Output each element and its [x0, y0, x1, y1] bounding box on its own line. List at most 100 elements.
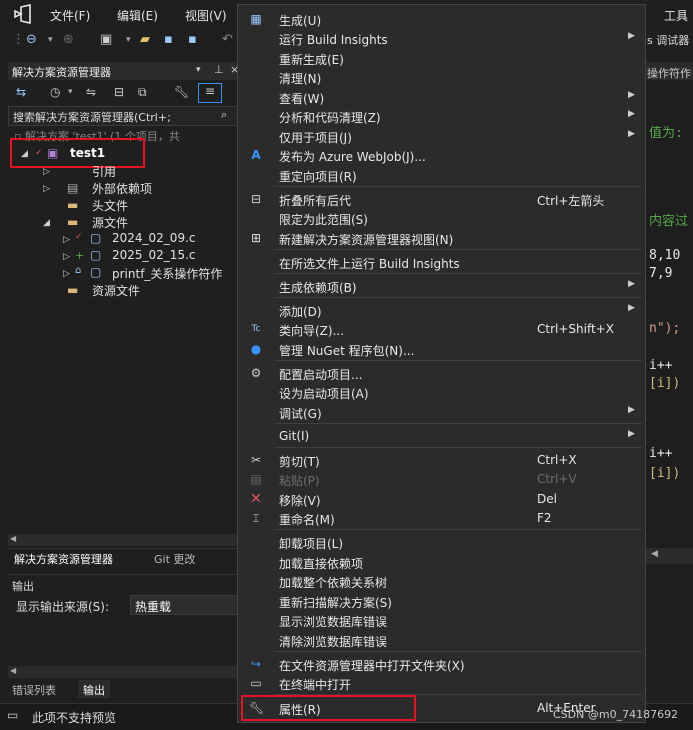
- menu-item-view[interactable]: 查看(W) ▶: [238, 88, 645, 107]
- scroll-left-icon[interactable]: ◀: [651, 549, 658, 559]
- menu-item-shortcut: Ctrl+Shift+X: [537, 322, 614, 336]
- expand-arrow-icon[interactable]: ◢: [21, 149, 28, 159]
- new-project-icon[interactable]: ▣: [100, 32, 112, 47]
- menu-item-rename[interactable]: ⌶ 重命名(M) F2: [238, 509, 645, 528]
- menu-item-load-dep-tree[interactable]: 加载整个依赖关系树: [238, 572, 645, 591]
- sync-icon[interactable]: ⇆: [16, 85, 26, 99]
- tab-solution-explorer[interactable]: 解决方案资源管理器: [14, 551, 113, 567]
- menu-item-class-wizard[interactable]: Tc 类向导(Z)... Ctrl+Shift+X: [238, 320, 645, 339]
- scroll-left-icon[interactable]: ◀: [10, 534, 16, 543]
- editor-doc-tab-label[interactable]: 操作符作: [647, 65, 691, 81]
- menu-item-show-browse-errors[interactable]: 显示浏览数据库错误: [238, 611, 645, 630]
- menu-item-set-startup[interactable]: 设为启动项目(A): [238, 383, 645, 402]
- menu-item-rebuild[interactable]: 重新生成(E): [238, 49, 645, 68]
- tree-item-file[interactable]: 2025_02_15.c: [112, 248, 196, 262]
- tree-item-external-deps[interactable]: 外部依赖项: [92, 180, 152, 197]
- menu-item-rescan[interactable]: 重新扫描解决方案(S): [238, 592, 645, 611]
- collapse-arrow-icon[interactable]: ▷: [63, 252, 70, 262]
- code-editor[interactable]: 值为: 内容过 8,10 7,9 n"); i++ [i]) i++ [i]): [645, 80, 693, 580]
- tab-error-list[interactable]: 错误列表: [12, 682, 56, 698]
- back-icon[interactable]: ⊖: [26, 32, 37, 47]
- history-icon[interactable]: ◷: [50, 85, 60, 99]
- save-icon[interactable]: ▪: [164, 32, 173, 47]
- refresh-icon[interactable]: ⇋: [86, 85, 96, 99]
- tree-item-header-files[interactable]: 头文件: [92, 197, 128, 214]
- menu-item-label: 粘贴(P): [279, 474, 320, 488]
- forward-icon[interactable]: ⊕: [63, 32, 74, 47]
- properties-wrench-icon[interactable]: 🔧︎: [174, 85, 189, 99]
- menu-item-label: 查看(W): [279, 92, 325, 106]
- pin-icon[interactable]: ⊥: [214, 63, 224, 76]
- menu-item-clean[interactable]: 清理(N): [238, 68, 645, 87]
- tree-item-references[interactable]: 引用: [92, 163, 116, 180]
- menu-item-git[interactable]: Git(I) ▶: [238, 427, 645, 446]
- new-dropdown-icon[interactable]: ▾: [126, 35, 131, 45]
- scroll-left-icon[interactable]: ◀: [10, 666, 16, 675]
- menu-view[interactable]: 视图(V): [185, 7, 227, 24]
- back-dropdown-icon[interactable]: ▾: [48, 35, 53, 45]
- tab-git-changes[interactable]: Git 更改: [154, 551, 195, 567]
- expand-arrow-icon[interactable]: ◢: [43, 218, 50, 228]
- output-hscrollbar[interactable]: ◀: [8, 666, 238, 678]
- collapse-arrow-icon[interactable]: ▷: [63, 269, 70, 279]
- collapse-arrow-icon[interactable]: ▷: [43, 184, 50, 194]
- menu-item-open-in-explorer[interactable]: ↪ 在文件资源管理器中打开文件夹(X): [238, 655, 645, 674]
- menu-item-collapse-all[interactable]: ⊟ 折叠所有后代 Ctrl+左箭头: [238, 190, 645, 209]
- undo-icon[interactable]: ↶: [222, 32, 233, 47]
- menu-item-run-build-insights[interactable]: 运行 Build Insights ▶: [238, 29, 645, 48]
- menu-item-label: 配置启动项目...: [279, 368, 363, 382]
- menu-item-build-dependencies[interactable]: 生成依赖项(B) ▶: [238, 277, 645, 296]
- menu-item-unload[interactable]: 卸载项目(L): [238, 533, 645, 552]
- menu-item-project-only[interactable]: 仅用于项目(J) ▶: [238, 127, 645, 146]
- menu-item-add[interactable]: 添加(D) ▶: [238, 301, 645, 320]
- menu-item-cut[interactable]: ✂ 剪切(T) Ctrl+X: [238, 451, 645, 470]
- menu-item-publish-azure[interactable]: A 发布为 Azure WebJob(J)...: [238, 146, 645, 165]
- solution-search-placeholder: 搜索解决方案资源管理器(Ctrl+;: [13, 111, 171, 124]
- code-line: i++: [649, 446, 673, 461]
- menu-separator: [274, 447, 642, 448]
- preview-selected-icon[interactable]: ≡: [198, 83, 222, 103]
- open-folder-icon[interactable]: ▰: [140, 32, 150, 47]
- save-all-icon[interactable]: ▪: [188, 32, 197, 47]
- solution-search-input[interactable]: 搜索解决方案资源管理器(Ctrl+; ⌕: [8, 106, 238, 126]
- tree-item-file[interactable]: 2024_02_09.c: [112, 231, 196, 245]
- menu-file[interactable]: 文件(F): [50, 7, 90, 24]
- menu-item-debug[interactable]: 调试(G) ▶: [238, 403, 645, 422]
- output-source-select[interactable]: 热重载: [130, 595, 238, 615]
- tab-output[interactable]: 输出: [78, 680, 110, 698]
- status-text: 此项不支持预览: [32, 711, 117, 725]
- visual-studio-logo-icon[interactable]: [12, 4, 34, 24]
- menu-item-build[interactable]: ▦ 生成(U): [238, 10, 645, 29]
- collapse-arrow-icon[interactable]: ▷: [43, 167, 50, 177]
- explorer-hscrollbar[interactable]: ◀: [8, 534, 238, 546]
- menu-item-load-direct-deps[interactable]: 加载直接依赖项: [238, 553, 645, 572]
- menu-item-manage-nuget[interactable]: ● 管理 NuGet 程序包(N)...: [238, 340, 645, 359]
- menu-item-open-in-terminal[interactable]: ▭ 在终端中打开: [238, 674, 645, 693]
- collapse-all-icon[interactable]: ⊟: [114, 85, 124, 99]
- menu-item-new-view[interactable]: ⊞ 新建解决方案资源管理器视图(N): [238, 229, 645, 248]
- project-test1[interactable]: test1: [70, 146, 105, 160]
- menu-item-remove[interactable]: ✕ 移除(V) Del: [238, 490, 645, 509]
- menu-item-paste[interactable]: ▤ 粘贴(P) Ctrl+V: [238, 470, 645, 489]
- menu-edit[interactable]: 编辑(E): [117, 7, 158, 24]
- collapse-arrow-icon[interactable]: ▷: [63, 235, 70, 245]
- menu-item-clear-browse-errors[interactable]: 清除浏览数据库错误: [238, 631, 645, 650]
- tree-item-source-files[interactable]: 源文件: [92, 214, 128, 231]
- tree-item-file[interactable]: printf_关系操作符作: [112, 265, 222, 282]
- show-all-files-icon[interactable]: ⧉: [138, 85, 147, 100]
- open-folder-arrow-icon: ↪: [250, 657, 262, 671]
- menu-item-analyze[interactable]: 分析和代码清理(Z) ▶: [238, 107, 645, 126]
- menu-item-build-insights-selected[interactable]: 在所选文件上运行 Build Insights: [238, 253, 645, 272]
- menu-item-scope[interactable]: 限定为此范围(S): [238, 209, 645, 228]
- history-dropdown-icon[interactable]: ▾: [68, 87, 73, 97]
- submenu-arrow-icon: ▶: [628, 303, 635, 313]
- editor-hscrollbar[interactable]: ◀: [645, 548, 693, 564]
- menu-item-configure-startup[interactable]: ⚙ 配置启动项目...: [238, 364, 645, 383]
- tree-item-resource-files[interactable]: 资源文件: [92, 282, 140, 299]
- menu-tools[interactable]: 工具: [664, 7, 688, 24]
- submenu-arrow-icon: ▶: [628, 405, 635, 415]
- menu-item-retarget[interactable]: 重定向项目(R): [238, 166, 645, 185]
- debugger-tab-fragment[interactable]: s 调试器: [647, 32, 689, 48]
- search-icon[interactable]: ⌕: [221, 108, 227, 122]
- panel-options-icon[interactable]: ▾: [196, 65, 201, 75]
